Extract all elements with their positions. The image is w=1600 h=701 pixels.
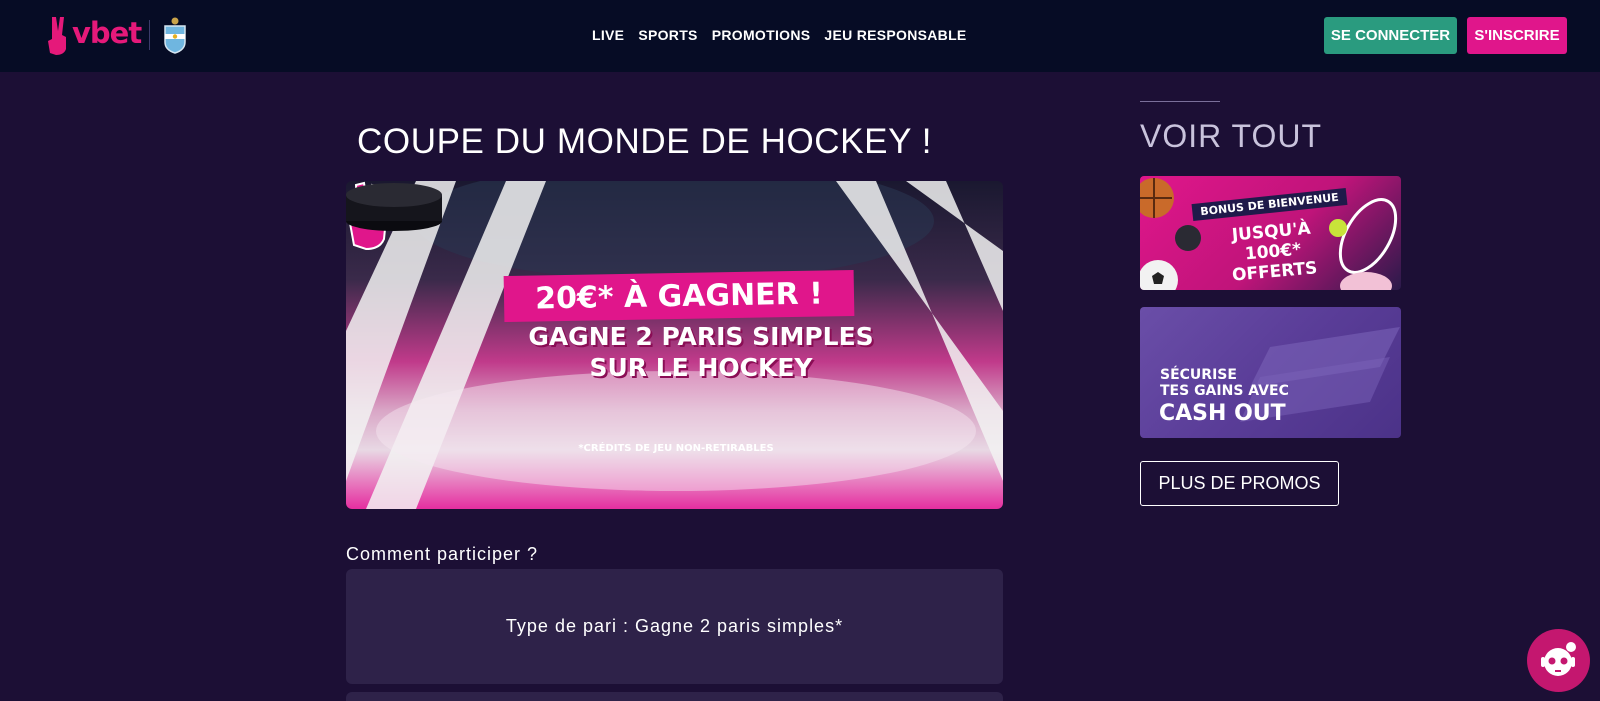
top-navbar: vbet LIVE SPORTS PROMOTIONS JEU RESPONSA… [0,0,1600,72]
promo2-line1: SÉCURISE [1160,367,1237,383]
hero-headline: 20€* À GAGNER ! [503,269,855,323]
logo-divider [149,20,151,50]
logo-text: vbet [72,16,142,50]
next-info-card [346,692,1003,701]
nav-live[interactable]: LIVE [592,26,624,44]
welcome-bonus-promo[interactable]: BONUS DE BIENVENUE JUSQU'À 100€* OFFERTS [1140,176,1401,290]
promo1-text: JUSQU'À 100€* OFFERTS [1206,216,1341,287]
bet-type-card: Type de pari : Gagne 2 paris simples* [346,569,1003,684]
login-button[interactable]: SE CONNECTER [1324,17,1457,54]
sidebar-divider [1140,101,1220,102]
argentina-crest-icon [164,17,186,54]
nav-promotions[interactable]: PROMOTIONS [712,26,811,44]
hero-subline-2: SUR LE HOCKEY [589,353,813,382]
promo2-line3: CASH OUT [1159,401,1286,426]
nav-sports[interactable]: SPORTS [638,26,697,44]
signup-button[interactable]: S'INSCRIRE [1467,17,1567,54]
promo2-text: SÉCURISE TES GAINS AVEC [1160,367,1289,399]
page-title: COUPE DU MONDE DE HOCKEY ! [357,122,933,161]
hero-banner: 20€* À GAGNER ! GAGNE 2 PARIS SIMPLES SU… [346,181,1003,509]
cash-out-promo[interactable]: SÉCURISE TES GAINS AVEC CASH OUT [1140,307,1401,438]
vbet-logo[interactable]: vbet [46,15,188,55]
main-nav: LIVE SPORTS PROMOTIONS JEU RESPONSABLE [592,26,981,44]
nav-jeu-responsable[interactable]: JEU RESPONSABLE [824,26,966,44]
hero-footnote: *CRÉDITS DE JEU NON-RETIRABLES [578,443,774,454]
hockey-puck-icon [346,183,442,231]
hero-subline: GAGNE 2 PARIS SIMPLES SUR LE HOCKEY [521,321,881,383]
more-promos-button[interactable]: PLUS DE PROMOS [1140,461,1339,506]
vbet-hand-logo-icon [48,17,66,55]
hero-subline-1: GAGNE 2 PARIS SIMPLES [528,322,874,351]
how-to-participate-label: Comment participer ? [346,544,539,564]
chat-support-button[interactable] [1527,629,1590,692]
chat-robot-icon [1541,642,1576,676]
promo2-line2: TES GAINS AVEC [1160,383,1289,399]
bet-type-text: Type de pari : Gagne 2 paris simples* [505,616,844,636]
see-all-title[interactable]: VOIR TOUT [1140,118,1322,155]
